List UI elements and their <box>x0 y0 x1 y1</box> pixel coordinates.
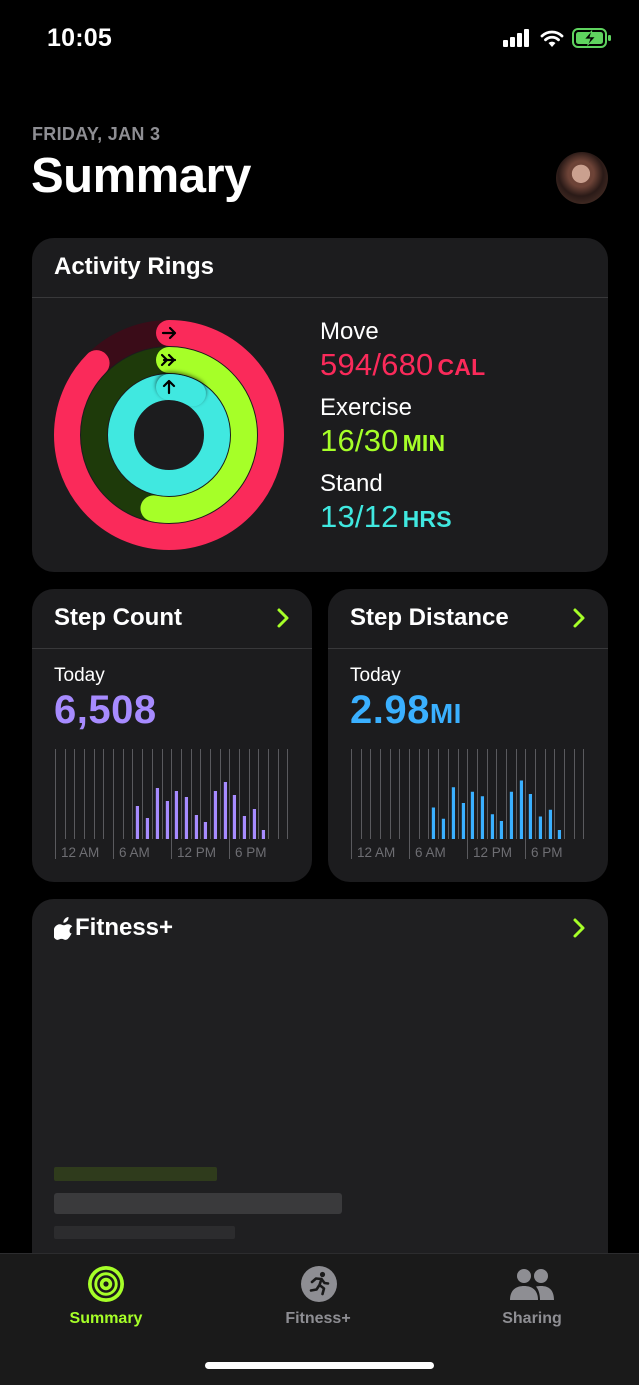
step-count-bar <box>145 818 150 839</box>
stand-value: 13/12 <box>320 499 399 534</box>
status-bar: 10:05 <box>0 0 639 80</box>
fitness-plus-title: Fitness+ <box>75 914 174 941</box>
step-count-bar <box>135 806 140 839</box>
step-count-tick-label: 12 AM <box>61 845 99 860</box>
exercise-label: Exercise <box>320 394 413 421</box>
date-label: FRIDAY, JAN 3 <box>32 124 161 144</box>
step-count-bar <box>223 782 228 839</box>
step-distance-bar <box>441 818 446 839</box>
step-count-bar <box>213 791 218 839</box>
step-distance-title: Step Distance <box>350 604 509 631</box>
stand-label: Stand <box>320 470 383 497</box>
step-distance-tick-label: 6 AM <box>415 845 446 860</box>
step-distance-period: Today <box>350 665 401 686</box>
move-metric: Move 594/680 CAL <box>320 318 485 383</box>
step-distance-value-row: 2.98MI <box>350 688 462 733</box>
move-label: Move <box>320 318 379 345</box>
step-distance-tick-label: 6 PM <box>531 845 563 860</box>
stand-value-row: 13/12 HRS <box>320 499 452 535</box>
exercise-value-row: 16/30 MIN <box>320 423 445 459</box>
wifi-icon <box>540 30 564 47</box>
cellular-signal-icon <box>503 29 533 47</box>
tab-fitness-plus-label: Fitness+ <box>285 1310 351 1327</box>
chevron-right-icon[interactable] <box>274 606 292 630</box>
activity-rings-card[interactable]: Activity Rings Move 594/680 CAL Exercise … <box>32 238 608 572</box>
page-title: Summary <box>31 149 251 203</box>
chevron-right-icon[interactable] <box>570 916 588 940</box>
step-count-bar <box>165 801 170 839</box>
home-indicator <box>205 1362 434 1369</box>
people-icon <box>510 1269 554 1300</box>
step-distance-bar <box>528 794 533 839</box>
move-value-row: 594/680 CAL <box>320 347 485 383</box>
step-distance-bar <box>548 809 553 839</box>
step-count-bar <box>232 795 237 839</box>
move-value: 594/680 <box>320 347 434 382</box>
loading-placeholder <box>54 1226 235 1239</box>
running-figure-icon <box>301 1266 337 1302</box>
fitness-plus-title-row: Fitness+ <box>54 914 173 942</box>
step-distance-bar <box>431 807 436 839</box>
step-count-bar <box>194 815 199 839</box>
step-distance-value: 2.98 <box>350 688 430 732</box>
step-distance-tick-label: 12 PM <box>473 845 512 860</box>
stand-unit: HRS <box>402 506 452 532</box>
step-count-period: Today <box>54 665 105 686</box>
step-count-card[interactable]: Step Count Today 6,508 12 AM 6 AM 12 PM 6 P… <box>32 589 312 882</box>
activity-rings-graphic <box>54 320 284 550</box>
step-count-bar <box>261 830 266 839</box>
exercise-value: 16/30 <box>320 423 399 458</box>
step-count-bar <box>203 822 208 839</box>
exercise-metric: Exercise 16/30 MIN <box>320 394 445 459</box>
step-count-value: 6,508 <box>54 688 157 732</box>
step-distance-bar <box>480 796 485 839</box>
step-distance-bar <box>490 814 495 839</box>
step-count-tick-label: 6 PM <box>235 845 267 860</box>
step-distance-header: Step Distance <box>328 589 608 649</box>
battery-charging-icon <box>572 28 611 48</box>
step-count-chart: 12 AM 6 AM 12 PM 6 PM <box>55 749 288 860</box>
exercise-unit: MIN <box>402 430 446 456</box>
step-count-bar <box>155 788 160 839</box>
step-count-header: Step Count <box>32 589 312 649</box>
step-count-tick-label: 12 PM <box>177 845 216 860</box>
tab-sharing-label: Sharing <box>502 1310 562 1327</box>
step-distance-bar <box>557 830 562 839</box>
loading-placeholder <box>54 1193 342 1214</box>
step-distance-bar <box>451 787 456 839</box>
step-count-title: Step Count <box>54 604 182 631</box>
step-distance-bar <box>519 780 524 839</box>
chevron-right-icon[interactable] <box>570 606 588 630</box>
step-distance-bar <box>538 816 543 839</box>
step-count-bar <box>252 809 257 839</box>
step-distance-unit: MI <box>429 698 462 729</box>
status-time: 10:05 <box>47 24 112 52</box>
activity-rings-title: Activity Rings <box>54 253 215 280</box>
activity-rings-header: Activity Rings <box>32 238 608 298</box>
stand-metric: Stand 13/12 HRS <box>320 470 452 535</box>
apple-logo-icon <box>54 917 73 940</box>
profile-avatar[interactable] <box>556 152 608 204</box>
tab-summary-label: Summary <box>69 1310 143 1327</box>
move-unit: CAL <box>437 354 486 380</box>
step-distance-bar <box>461 803 466 839</box>
step-distance-bar <box>499 821 504 839</box>
step-count-bar <box>242 816 247 839</box>
step-distance-card[interactable]: Step Distance Today 2.98MI 12 AM 6 AM 12 P… <box>328 589 608 882</box>
step-count-tick-label: 6 AM <box>119 845 150 860</box>
step-distance-bar <box>470 791 475 839</box>
step-distance-bar <box>509 791 514 839</box>
loading-placeholder <box>54 1167 217 1181</box>
step-count-bar <box>174 791 179 839</box>
step-distance-chart: 12 AM 6 AM 12 PM 6 PM <box>351 749 584 860</box>
step-count-bar <box>184 797 189 839</box>
step-distance-tick-label: 12 AM <box>357 845 395 860</box>
activity-rings-icon <box>88 1266 124 1302</box>
